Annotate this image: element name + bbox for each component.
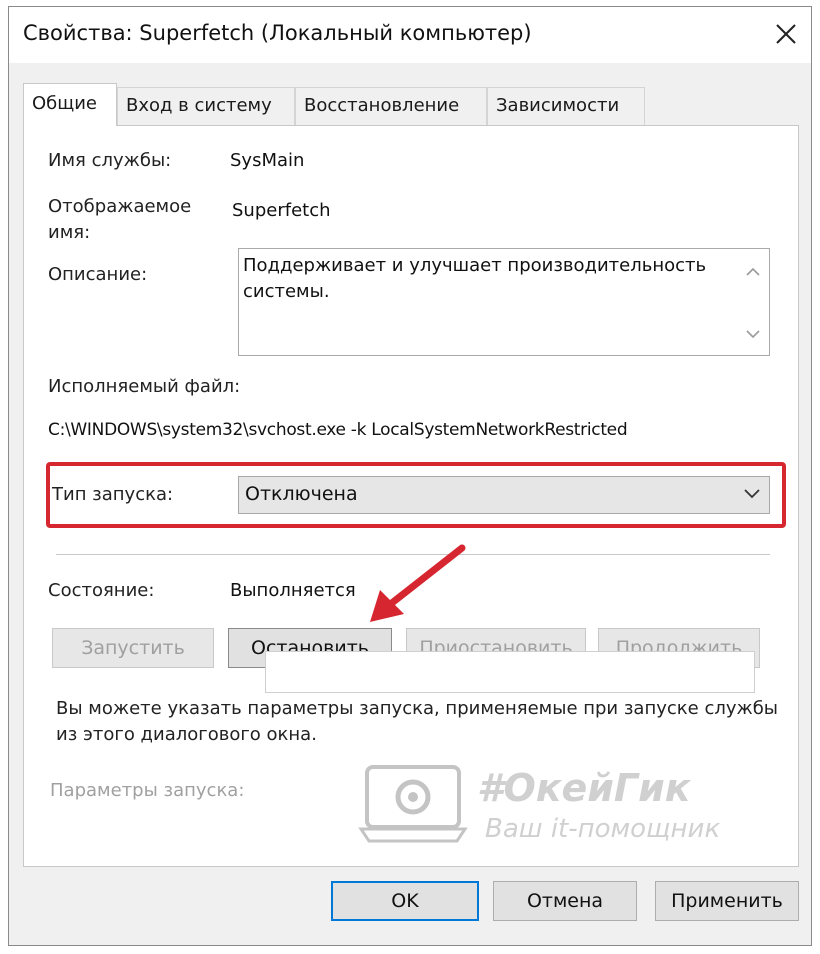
tab-general[interactable]: Общие bbox=[23, 83, 117, 126]
startup-type-label: Тип запуска: bbox=[52, 484, 174, 505]
description-label: Описание: bbox=[48, 264, 148, 285]
chevron-down-icon bbox=[744, 489, 760, 499]
display-name-label: Отображаемое bbox=[48, 196, 192, 217]
description-text: Поддерживает и улучшает производительнос… bbox=[243, 255, 707, 302]
start-params-label: Параметры запуска: bbox=[50, 780, 245, 801]
executable-path: C:\WINDOWS\system32\svchost.exe -k Local… bbox=[48, 420, 628, 440]
cancel-button[interactable]: Отмена bbox=[493, 881, 637, 921]
scroll-up-icon[interactable] bbox=[743, 261, 763, 281]
tab-dependencies[interactable]: Зависимости bbox=[487, 87, 645, 125]
service-properties-dialog: Свойства: Superfetch (Локальный компьюте… bbox=[8, 6, 812, 946]
description-textbox[interactable]: Поддерживает и улучшает производительнос… bbox=[238, 248, 770, 356]
tab-logon[interactable]: Вход в систему bbox=[117, 87, 295, 125]
status-value: Выполняется bbox=[230, 580, 356, 601]
display-name-label-cont: имя: bbox=[48, 222, 91, 243]
startup-params-hint: Вы можете указать параметры запуска, при… bbox=[56, 698, 779, 745]
executable-label: Исполняемый файл: bbox=[48, 376, 241, 397]
service-name-label: Имя службы: bbox=[48, 150, 172, 171]
tab-recovery[interactable]: Восстановление bbox=[295, 87, 487, 125]
separator bbox=[56, 554, 770, 555]
close-button[interactable] bbox=[771, 19, 801, 49]
general-tab-panel: Имя службы: SysMain Отображаемое имя: Su… bbox=[23, 125, 799, 867]
startup-type-dropdown[interactable]: Отключена bbox=[238, 476, 770, 514]
service-name-value: SysMain bbox=[230, 150, 305, 171]
title-bar: Свойства: Superfetch (Локальный компьюте… bbox=[9, 7, 811, 63]
apply-button[interactable]: Применить bbox=[655, 881, 799, 921]
close-icon bbox=[776, 24, 796, 44]
window-title: Свойства: Superfetch (Локальный компьюте… bbox=[23, 21, 532, 45]
scroll-down-icon[interactable] bbox=[743, 325, 763, 345]
status-label: Состояние: bbox=[48, 580, 155, 601]
start-params-input[interactable] bbox=[265, 651, 755, 693]
startup-type-value: Отключена bbox=[245, 483, 358, 505]
display-name-value: Superfetch bbox=[232, 200, 331, 221]
ok-button[interactable]: OK bbox=[331, 881, 479, 921]
start-button[interactable]: Запустить bbox=[52, 628, 214, 668]
